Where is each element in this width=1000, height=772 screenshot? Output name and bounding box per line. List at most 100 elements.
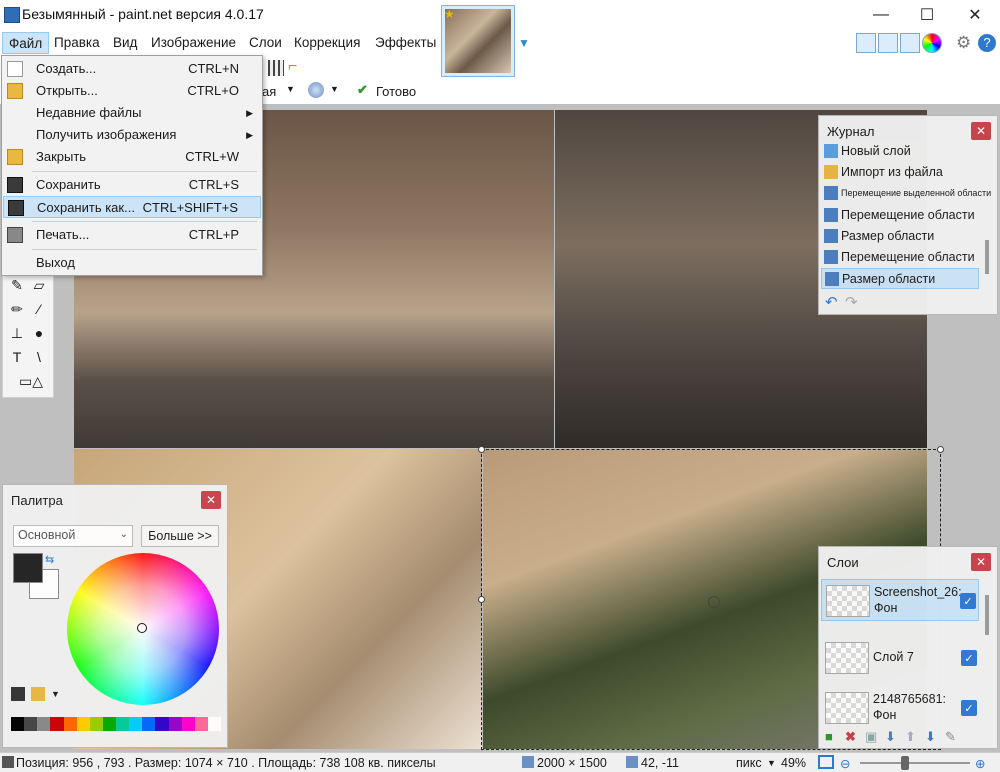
history-item[interactable]: Перемещение области — [821, 247, 979, 268]
primary-color-swatch[interactable] — [13, 553, 43, 583]
eraser-tool-icon[interactable]: ▱ — [29, 275, 49, 295]
palette-swatches[interactable] — [11, 717, 221, 731]
merge-layer-down-icon[interactable]: ⬇ — [885, 729, 896, 745]
file-menu-dropdown: Создать... CTRL+N Открыть... CTRL+O Неда… — [1, 55, 263, 276]
layers-panel: Слои ✕ Screenshot_26: Фон ✓ Слой 7 ✓ 214… — [818, 546, 998, 749]
move-layer-down-icon[interactable]: ⬇ — [925, 729, 936, 745]
zoom-to-window-icon[interactable] — [818, 755, 834, 769]
chevron-down-icon[interactable]: ▼ — [330, 84, 339, 94]
chevron-down-icon[interactable]: ▼ — [51, 689, 60, 699]
resize-handle[interactable] — [478, 446, 485, 453]
palette-menu-icon[interactable] — [31, 687, 45, 701]
chevron-down-icon[interactable]: ▼ — [286, 84, 295, 94]
chevron-down-icon[interactable]: ▼ — [767, 758, 776, 768]
close-button[interactable]: ✕ — [952, 0, 998, 30]
grid-icon[interactable] — [268, 60, 284, 76]
color-wheel-marker[interactable] — [137, 623, 147, 633]
history-item[interactable]: Импорт из файла — [821, 162, 979, 183]
layers-window-icon[interactable] — [900, 33, 920, 53]
menu-edit[interactable]: Правка — [48, 32, 106, 54]
import-icon — [824, 165, 838, 179]
layer-properties-icon[interactable]: ✎ — [945, 729, 956, 745]
clone-stamp-tool-icon[interactable]: ⊥ — [7, 323, 27, 343]
menu-item-close[interactable]: Закрыть CTRL+W — [3, 146, 261, 168]
menu-effects[interactable]: Эффекты — [369, 32, 442, 54]
layer-row[interactable]: Слой 7 ✓ — [821, 637, 979, 679]
chevron-down-icon[interactable]: ▼ — [518, 36, 530, 50]
delete-layer-icon[interactable]: ✖ — [845, 729, 856, 745]
menu-layers[interactable]: Слои — [243, 32, 288, 54]
history-scrollbar[interactable] — [985, 240, 989, 274]
zoom-out-icon[interactable]: ⊖ — [840, 756, 850, 771]
ruler-icon[interactable]: ⌐ — [288, 58, 297, 76]
layer-row[interactable]: 2148765681: Фон ✓ — [821, 687, 979, 729]
pencil-tool-icon[interactable]: ✏ — [7, 299, 27, 319]
menu-item-acquire[interactable]: Получить изображения ▶ — [3, 124, 261, 146]
colors-window-icon[interactable] — [922, 33, 942, 53]
menu-separator — [32, 171, 257, 172]
menu-item-new[interactable]: Создать... CTRL+N — [3, 58, 261, 80]
menu-item-print[interactable]: Печать... CTRL+P — [3, 224, 261, 246]
menu-item-exit[interactable]: Выход — [3, 252, 261, 274]
chevron-down-icon: ⌄ — [119, 529, 128, 540]
paintnet-app-icon[interactable] — [4, 7, 20, 23]
tools-window-icon[interactable] — [856, 33, 876, 53]
swap-colors-icon[interactable]: ⇆ — [45, 553, 54, 566]
resize-handle[interactable] — [478, 596, 485, 603]
undo-icon[interactable]: ↶ — [825, 293, 838, 311]
shapes-tool-icon[interactable]: ▭△ — [13, 371, 49, 391]
palette-mode-select[interactable]: Основной ⌄ — [13, 525, 133, 547]
history-item[interactable]: Перемещение выделенной области — [821, 183, 991, 204]
save-icon — [7, 177, 23, 193]
history-item-selected[interactable]: Размер области — [821, 268, 979, 289]
zoom-value[interactable]: 49% — [781, 756, 806, 770]
history-item[interactable]: Размер области — [821, 226, 979, 247]
new-file-icon — [7, 61, 23, 77]
close-icon[interactable]: ✕ — [971, 122, 991, 140]
blend-mode-icon[interactable] — [308, 82, 324, 98]
line-curve-tool-icon[interactable]: \ — [29, 347, 49, 367]
color-picker-tool-icon[interactable]: ⁄ — [29, 299, 49, 319]
text-tool-icon[interactable]: T — [7, 347, 27, 367]
close-icon[interactable]: ✕ — [971, 553, 991, 571]
menu-view[interactable]: Вид — [107, 32, 143, 54]
menu-file[interactable]: Файл — [2, 32, 50, 54]
move-crosshair-icon[interactable] — [708, 596, 720, 608]
menu-image[interactable]: Изображение — [145, 32, 242, 54]
zoom-slider[interactable] — [860, 762, 970, 764]
recolor-tool-icon[interactable]: ● — [29, 323, 49, 343]
done-button[interactable]: Готово — [376, 84, 416, 99]
help-icon[interactable]: ? — [978, 34, 996, 52]
layer-row-selected[interactable]: Screenshot_26: Фон ✓ — [821, 579, 979, 621]
duplicate-layer-icon[interactable]: ▣ — [865, 729, 877, 745]
move-layer-up-icon[interactable]: ⬆ — [905, 729, 916, 745]
layers-scrollbar[interactable] — [985, 595, 989, 635]
menu-item-save-as[interactable]: Сохранить как... CTRL+SHIFT+S — [3, 196, 261, 218]
units-select[interactable]: пикс — [736, 756, 762, 770]
zoom-in-icon[interactable]: ⊕ — [975, 756, 985, 771]
layer-visibility-checkbox[interactable]: ✓ — [960, 593, 976, 609]
close-icon[interactable]: ✕ — [201, 491, 221, 509]
minimize-button[interactable]: — — [858, 0, 904, 30]
history-item[interactable]: Перемещение области — [821, 205, 979, 226]
image-size-icon — [522, 756, 534, 768]
layer-visibility-checkbox[interactable]: ✓ — [961, 650, 977, 666]
menu-item-recent-files[interactable]: Недавние файлы ▶ — [3, 102, 261, 124]
image-tab-thumbnail[interactable]: ★ — [441, 5, 515, 77]
paintbrush-tool-icon[interactable]: ✎ — [7, 275, 27, 295]
add-layer-icon[interactable]: ■ — [825, 729, 833, 744]
maximize-button[interactable]: ☐ — [904, 0, 950, 30]
gear-icon[interactable]: ⚙ — [956, 33, 971, 53]
redo-icon[interactable]: ↷ — [845, 293, 858, 311]
zoom-slider-thumb[interactable] — [901, 756, 909, 770]
menu-item-open[interactable]: Открыть... CTRL+O — [3, 80, 261, 102]
resize-handle[interactable] — [937, 446, 944, 453]
menu-item-save[interactable]: Сохранить CTRL+S — [3, 174, 261, 196]
more-button[interactable]: Больше >> — [141, 525, 219, 547]
history-item[interactable]: Новый слой — [821, 141, 979, 162]
menu-adjustments[interactable]: Коррекция — [288, 32, 366, 54]
layer-visibility-checkbox[interactable]: ✓ — [961, 700, 977, 716]
reset-colors-icon[interactable] — [11, 687, 25, 701]
move-icon — [824, 208, 838, 222]
history-window-icon[interactable] — [878, 33, 898, 53]
